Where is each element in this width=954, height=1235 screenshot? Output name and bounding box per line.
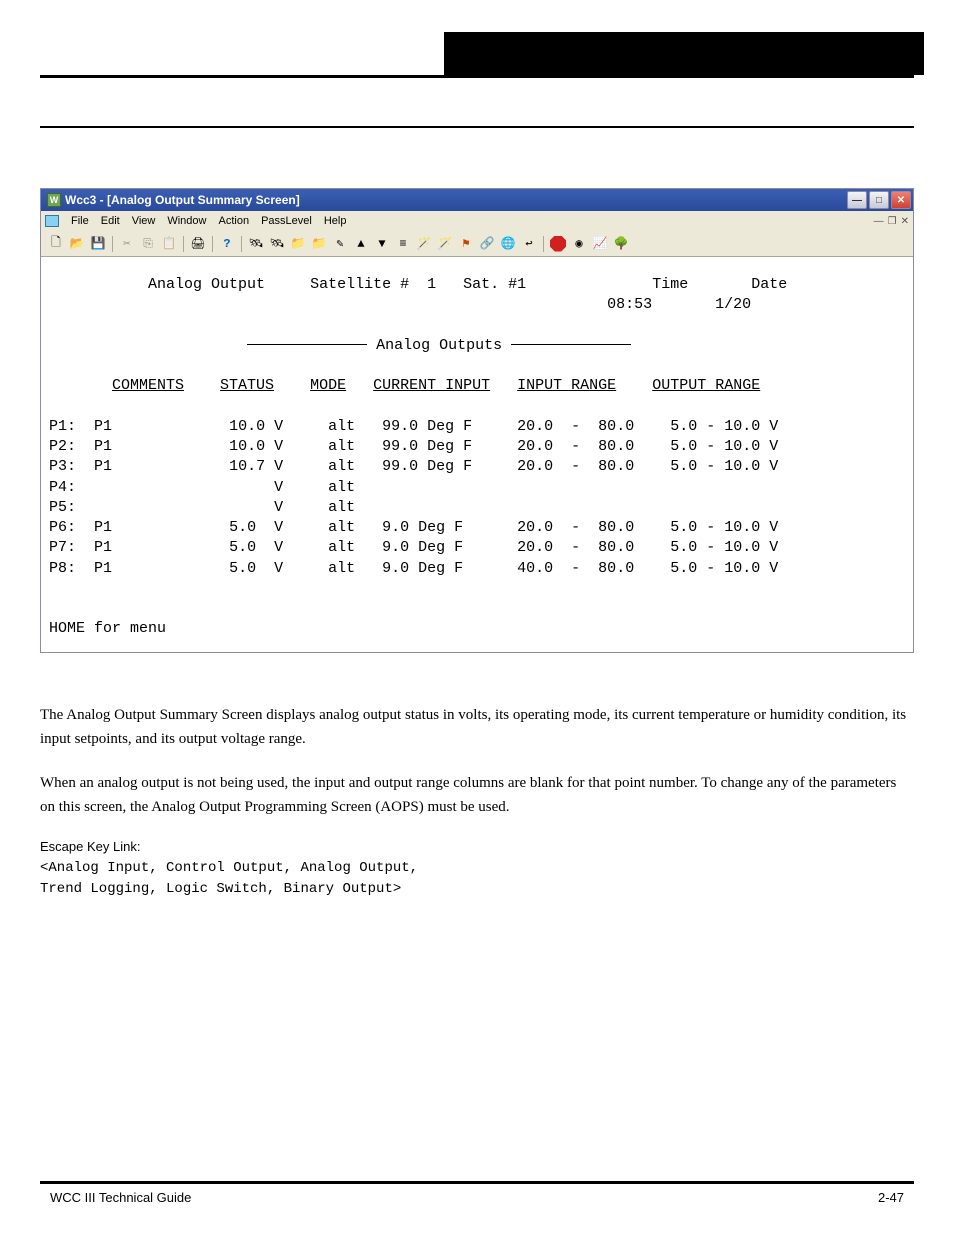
target-icon[interactable]: ◉ — [570, 235, 588, 253]
page-header — [0, 0, 954, 75]
close-button[interactable]: ✕ — [891, 191, 911, 209]
edit-icon[interactable]: ✎ — [331, 235, 349, 253]
wand-b-icon[interactable]: 🪄 — [436, 235, 454, 253]
escape-key-label: Escape Key Link: — [40, 839, 954, 854]
col-comments: COMMENTS — [112, 377, 184, 394]
footer-hint: HOME for menu — [49, 620, 166, 637]
table-row: P1: P1 10.0 V alt 99.0 Deg F 20.0 - 80.0… — [49, 418, 778, 435]
body-paragraph-2: When an analog output is not being used,… — [40, 771, 914, 819]
app-window: W Wcc3 - [Analog Output Summary Screen] … — [40, 188, 914, 653]
date-label: Date — [751, 276, 787, 293]
header-line-2: 08:53 1/20 — [49, 296, 751, 313]
mdi-controls: — ❐ ✕ — [874, 216, 909, 227]
sat-prev-icon[interactable]: 🛰 — [247, 235, 265, 253]
wand-a-icon[interactable]: 🪄 — [415, 235, 433, 253]
flag-icon[interactable]: ⚑ — [457, 235, 475, 253]
toolbar-separator — [241, 236, 242, 252]
window-controls: — □ ✕ — [847, 191, 911, 209]
table-row: P2: P1 10.0 V alt 99.0 Deg F 20.0 - 80.0… — [49, 438, 778, 455]
cut-icon[interactable]: ✂ — [118, 235, 136, 253]
menu-help[interactable]: Help — [324, 215, 347, 227]
exit-icon[interactable]: ↩ — [520, 235, 538, 253]
menu-action[interactable]: Action — [218, 215, 249, 227]
paste-icon[interactable]: 📋 — [160, 235, 178, 253]
help-icon[interactable]: ? — [218, 235, 236, 253]
toolbar: 🗋 📂 💾 ✂ ⎘ 📋 🖨 ? 🛰 🛰 📁 📁 ✎ ▲ ▼ ≡ 🪄 🪄 ⚑ 🔗 … — [41, 231, 913, 257]
graph-icon[interactable]: 📈 — [591, 235, 609, 253]
maximize-button[interactable]: □ — [869, 191, 889, 209]
time-label: Time — [652, 276, 688, 293]
menu-file[interactable]: File — [71, 215, 89, 227]
globe-icon[interactable]: 🌐 — [499, 235, 517, 253]
body-paragraph-1: The Analog Output Summary Screen display… — [40, 703, 914, 751]
sat-short: Sat. #1 — [463, 276, 526, 293]
mdi-icon[interactable] — [45, 215, 59, 227]
menu-window[interactable]: Window — [167, 215, 206, 227]
screen-name: Analog Output — [148, 276, 265, 293]
col-mode: MODE — [310, 377, 346, 394]
col-output-range: OUTPUT RANGE — [652, 377, 760, 394]
mdi-restore-icon[interactable]: ❐ — [888, 216, 897, 227]
sat-label: Satellite # — [310, 276, 409, 293]
save-icon[interactable]: 💾 — [89, 235, 107, 253]
mdi-close-icon[interactable]: ✕ — [901, 216, 909, 227]
stop-icon[interactable] — [549, 235, 567, 253]
mdi-minimize-icon[interactable]: — — [874, 216, 884, 227]
copy-icon[interactable]: ⎘ — [139, 235, 157, 253]
minimize-button[interactable]: — — [847, 191, 867, 209]
menu-view[interactable]: View — [132, 215, 156, 227]
toolbar-separator — [212, 236, 213, 252]
table-row: P5: V alt — [49, 499, 355, 516]
table-row: P3: P1 10.7 V alt 99.0 Deg F 20.0 - 80.0… — [49, 458, 778, 475]
open-icon[interactable]: 📂 — [68, 235, 86, 253]
header-line: Analog Output Satellite # 1 Sat. #1 Time… — [49, 276, 787, 293]
sat-num: 1 — [427, 276, 436, 293]
window-title: Wcc3 - [Analog Output Summary Screen] — [65, 193, 300, 207]
arrow-up-icon[interactable]: ▲ — [352, 235, 370, 253]
page-footer: WCC III Technical Guide 2-47 — [0, 1181, 954, 1205]
time-val: 08:53 — [607, 296, 652, 313]
titlebar[interactable]: W Wcc3 - [Analog Output Summary Screen] … — [41, 189, 913, 211]
sat-next-icon[interactable]: 🛰 — [268, 235, 286, 253]
table-row: P7: P1 5.0 V alt 9.0 Deg F 20.0 - 80.0 5… — [49, 539, 778, 556]
link-icon[interactable]: 🔗 — [478, 235, 496, 253]
footer-right: 2-47 — [878, 1190, 904, 1205]
menubar: File Edit View Window Action PassLevel H… — [41, 211, 913, 231]
toolbar-separator — [183, 236, 184, 252]
col-status: STATUS — [220, 377, 274, 394]
table-row: P6: P1 5.0 V alt 9.0 Deg F 20.0 - 80.0 5… — [49, 519, 778, 536]
col-input-range: INPUT RANGE — [517, 377, 616, 394]
header-black-bar — [444, 32, 924, 75]
arrow-down-icon[interactable]: ▼ — [373, 235, 391, 253]
group-title-line: Analog Outputs — [49, 337, 631, 354]
table-row: P8: P1 5.0 V alt 9.0 Deg F 40.0 - 80.0 5… — [49, 560, 778, 577]
toolbar-separator — [112, 236, 113, 252]
menu-edit[interactable]: Edit — [101, 215, 120, 227]
new-icon[interactable]: 🗋 — [47, 235, 65, 253]
group-title: Analog Outputs — [376, 337, 502, 354]
terminal-area: Analog Output Satellite # 1 Sat. #1 Time… — [41, 257, 913, 652]
toolbar-separator — [543, 236, 544, 252]
columns-header: COMMENTS STATUS MODE CURRENT INPUT INPUT… — [49, 377, 760, 394]
tree-icon[interactable]: 🌳 — [612, 235, 630, 253]
table-row: P4: V alt — [49, 479, 355, 496]
footer-left: WCC III Technical Guide — [50, 1190, 191, 1205]
folder-a-icon[interactable]: 📁 — [289, 235, 307, 253]
folder-b-icon[interactable]: 📁 — [310, 235, 328, 253]
menu-passlevel[interactable]: PassLevel — [261, 215, 312, 227]
date-val: 1/20 — [715, 296, 751, 313]
print-icon[interactable]: 🖨 — [189, 235, 207, 253]
col-current-input: CURRENT INPUT — [373, 377, 490, 394]
app-icon: W — [47, 193, 61, 207]
escape-key-content: <Analog Input, Control Output, Analog Ou… — [40, 858, 954, 900]
filter-icon[interactable]: ≡ — [394, 235, 412, 253]
